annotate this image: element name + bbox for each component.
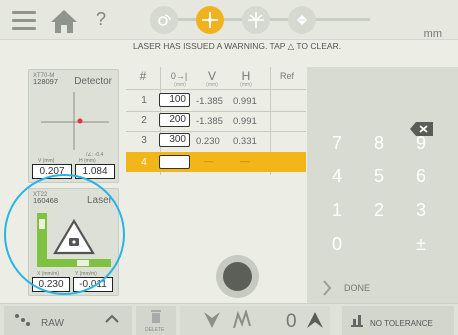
v-value: 0.230: [196, 136, 220, 147]
row-number: 3: [141, 135, 147, 146]
laser-warning-message[interactable]: LASER HAS ISSUED A WARNING. TAP △ TO CLE…: [133, 41, 373, 51]
key-plus-minus[interactable]: ±: [408, 231, 434, 257]
mode-laser-icon[interactable]: [150, 6, 178, 34]
arrow-down-icon[interactable]: [203, 310, 221, 330]
col-header-v: V: [207, 69, 216, 83]
help-icon[interactable]: ?: [96, 9, 106, 30]
distance-input-active[interactable]: [159, 155, 190, 169]
delete-label: DELETE: [145, 327, 165, 333]
detector-target-icon: [41, 92, 109, 150]
distance-input[interactable]: 200: [159, 113, 190, 127]
row-divider: [126, 131, 306, 132]
h-value: 0.991: [233, 116, 257, 127]
key-8[interactable]: 8: [366, 130, 392, 156]
v-value: -1.385: [196, 116, 223, 127]
row-number: 1: [141, 95, 147, 106]
col-header-num: #: [139, 69, 147, 83]
tolerance-label: NO TOLERANCE: [370, 319, 433, 328]
col-header-ref: Ref: [279, 71, 294, 81]
table-divider: [126, 89, 306, 90]
col-header-h: H: [241, 69, 251, 83]
chevron-right-icon: [323, 280, 332, 296]
arrow-up-icon[interactable]: [306, 310, 324, 330]
detector-id: XT70-M 128097: [33, 73, 58, 85]
selected-point-count: 0: [286, 311, 297, 332]
bar-chart-icon: [351, 315, 363, 327]
row-divider: [126, 111, 306, 112]
col-sub-distance: (mm): [174, 82, 186, 88]
chevron-up-icon: [105, 314, 119, 323]
key-1[interactable]: 1: [324, 197, 350, 223]
unit-label: mm: [423, 28, 442, 40]
done-label: DONE: [344, 283, 371, 293]
key-7[interactable]: 7: [324, 130, 350, 156]
detector-serial: 128097: [33, 77, 59, 86]
row-number: 4: [141, 157, 147, 168]
menu-icon[interactable]: [12, 11, 36, 31]
h-value: 0.331: [233, 136, 257, 147]
scatter-dots-icon: [15, 314, 30, 326]
col-header-distance: 0→|: [170, 71, 188, 81]
detector-title: Detector: [74, 76, 112, 87]
mode-measure-icon[interactable]: [196, 6, 224, 34]
trash-icon: [151, 310, 161, 323]
key-2[interactable]: 2: [366, 197, 392, 223]
key-9[interactable]: 9: [408, 130, 434, 156]
col-sub-v: (mm): [206, 82, 218, 88]
measure-button-core: [223, 262, 252, 291]
table-row-selected[interactable]: [126, 152, 306, 172]
key-6[interactable]: 6: [408, 163, 434, 189]
distance-input[interactable]: 100: [159, 93, 190, 107]
mode-report-icon[interactable]: [288, 6, 316, 34]
key-0[interactable]: 0: [324, 231, 350, 257]
fit-line-icon[interactable]: [232, 310, 252, 330]
highlight-circle: [4, 174, 125, 295]
col-sub-h: (mm): [240, 82, 252, 88]
detector-panel[interactable]: XT70-M 128097 Detector /∠: -0.4 V (mm) H…: [28, 69, 119, 183]
key-4[interactable]: 4: [324, 163, 350, 189]
raw-label: RAW: [41, 318, 64, 329]
mode-adjust-icon[interactable]: [242, 6, 270, 34]
h-value: 0.991: [233, 96, 257, 107]
home-icon[interactable]: [50, 8, 78, 34]
h-value: —: [240, 156, 250, 167]
v-value: -1.385: [196, 96, 223, 107]
v-value: —: [204, 156, 214, 167]
key-3[interactable]: 3: [408, 197, 434, 223]
row-number: 2: [141, 115, 147, 126]
key-5[interactable]: 5: [366, 163, 392, 189]
distance-input[interactable]: 300: [159, 133, 190, 147]
